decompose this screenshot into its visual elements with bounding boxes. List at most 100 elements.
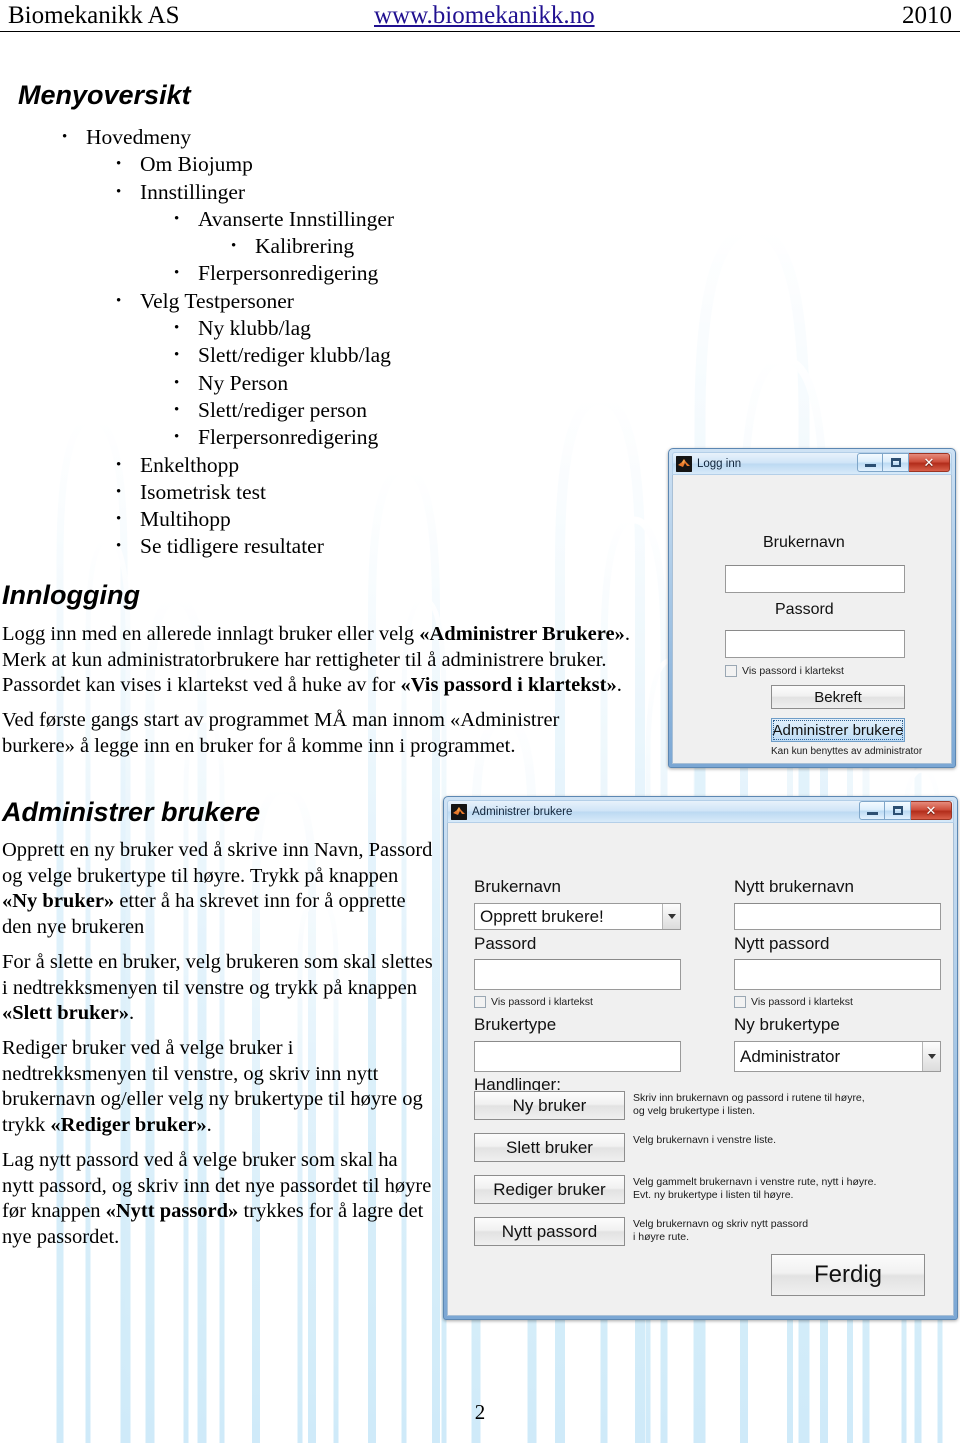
- admin-paragraph-2: For å slette en bruker, velg brukeren so…: [2, 950, 434, 1027]
- admin-right-show-password-checkbox[interactable]: Vis passord i klartekst: [734, 996, 853, 1008]
- admin-action-hint-2-line1: Velg gammelt brukernavn i venstre rute, …: [633, 1176, 877, 1188]
- menu-item-level-3: • Flerpersonredigering: [174, 260, 640, 287]
- close-icon[interactable]: ✕: [911, 801, 952, 820]
- login-show-password-checkbox[interactable]: Vis passord i klartekst: [725, 665, 844, 677]
- section-heading-innlogging: Innlogging: [2, 580, 140, 610]
- menu-item-level-3: • Ny klubb/lag: [174, 315, 640, 342]
- menu-item-label: Multihopp: [140, 507, 231, 532]
- admin-password-input[interactable]: [474, 959, 681, 990]
- menu-item-label: Se tidligere resultater: [140, 534, 324, 559]
- admin-p1-bold-nybruker: «Ny bruker»: [2, 890, 115, 913]
- menu-item-label: Velg Testpersoner: [140, 288, 294, 313]
- admin-p2-bold-slettbruker: «Slett bruker»: [2, 1002, 129, 1025]
- website-link[interactable]: www.biomekanikk.no: [374, 2, 595, 30]
- menu-item-label: Slett/rediger person: [198, 397, 367, 422]
- admin-new-username-label: Nytt brukernavn: [734, 877, 854, 896]
- matlab-icon: [451, 803, 467, 820]
- admin-p3-part-c: .: [206, 1113, 212, 1136]
- admin-usertype-input[interactable]: [474, 1041, 681, 1072]
- admin-action-hint-3-line2: i høyre rute.: [633, 1231, 690, 1243]
- login-dialog-body: Brukernavn Passord Vis passord i klartek…: [672, 475, 952, 764]
- menu-item-level-2: • Isometrisk test: [116, 479, 640, 506]
- checkbox-box[interactable]: [725, 665, 737, 677]
- menu-item-level-3: • Ny Person: [174, 370, 640, 397]
- section-heading-menyoversikt: Menyoversikt: [18, 80, 191, 110]
- bullet-icon: •: [174, 401, 180, 418]
- menu-item-label: Hovedmeny: [86, 125, 192, 149]
- minimize-icon[interactable]: [859, 801, 885, 820]
- menu-item-level-2: • Innstillinger: [116, 179, 640, 206]
- bullet-icon: •: [116, 483, 122, 500]
- admin-window-controls[interactable]: ✕: [859, 801, 952, 820]
- login-dialog-titlebar[interactable]: Logg inn ✕: [672, 452, 952, 475]
- admin-paragraph-3: Rediger bruker ved å velge bruker i nedt…: [2, 1036, 434, 1138]
- admin-paragraph-4: Lag nytt passord ved å velge bruker som …: [2, 1148, 434, 1250]
- maximize-icon[interactable]: [883, 453, 909, 472]
- menu-item-label: Flerpersonredigering: [198, 425, 379, 450]
- admin-done-button[interactable]: Ferdig: [771, 1254, 925, 1296]
- admin-right-show-password-label: Vis passord i klartekst: [751, 996, 853, 1008]
- admin-action-hint-3: Velg brukernavn og skriv nytt passord i …: [633, 1218, 808, 1244]
- checkbox-box[interactable]: [474, 996, 486, 1008]
- admin-action-hint-1-line1: Velg brukernavn i venstre liste.: [633, 1134, 776, 1146]
- chevron-down-icon[interactable]: [662, 904, 680, 929]
- admin-username-selected: Opprett brukere!: [480, 906, 604, 926]
- login-window-controls[interactable]: ✕: [857, 453, 950, 472]
- admin-new-password-input[interactable]: [734, 959, 941, 990]
- admin-left-show-password-checkbox[interactable]: Vis passord i klartekst: [474, 996, 593, 1008]
- admin-action-button-2[interactable]: Rediger bruker: [474, 1175, 625, 1204]
- login-dialog-window[interactable]: Logg inn ✕ Brukernavn Passord Vis passor…: [668, 448, 956, 768]
- menu-item-label: Innstillinger: [140, 179, 246, 204]
- login-p1-part-e: .: [616, 674, 622, 697]
- login-username-input[interactable]: [725, 565, 905, 593]
- login-confirm-button[interactable]: Bekreft: [771, 685, 905, 709]
- bullet-icon: •: [116, 538, 122, 555]
- menu-item-label: Ny Person: [198, 370, 289, 395]
- section-heading-administrer-brukere: Administrer brukere: [2, 797, 261, 827]
- page-header: Biomekanikk AS www.biomekanikk.no 2010: [0, 0, 960, 34]
- login-paragraph-1: Logg inn med en allerede innlagt bruker …: [2, 622, 662, 699]
- admin-left-show-password-label: Vis passord i klartekst: [491, 996, 593, 1008]
- menu-item-level-3: • Slett/rediger klubb/lag: [174, 342, 640, 369]
- menu-item-level-2: • Se tidligere resultater: [116, 533, 640, 560]
- admin-action-button-1[interactable]: Slett bruker: [474, 1133, 625, 1162]
- login-p1-bold-visspassord: «Vis passord i klartekst»: [400, 674, 617, 697]
- maximize-icon[interactable]: [885, 801, 911, 820]
- admin-dialog-window[interactable]: Administrer brukere ✕ Brukernavn Opprett…: [443, 796, 958, 1320]
- admin-action-hint-1: Velg brukernavn i venstre liste.: [633, 1134, 776, 1147]
- admin-dialog-titlebar[interactable]: Administrer brukere ✕: [447, 800, 954, 823]
- menu-item-level-3: • Avanserte Innstillinger: [174, 206, 640, 233]
- chevron-down-icon[interactable]: [922, 1042, 940, 1071]
- bullet-icon: •: [174, 320, 180, 337]
- bullet-icon: •: [116, 456, 122, 473]
- admin-dialog-title: Administrer brukere: [472, 805, 573, 818]
- menu-item-level-1: • Hovedmeny: [62, 124, 640, 151]
- admin-p4-bold-nyttpassord: «Nytt passord»: [105, 1200, 239, 1223]
- login-administrer-brukere-button[interactable]: Administrer brukere: [771, 718, 905, 742]
- admin-username-combobox[interactable]: Opprett brukere!: [474, 903, 681, 930]
- menu-item-label: Kalibrering: [255, 234, 355, 259]
- login-password-label: Passord: [775, 601, 834, 618]
- menu-item-label: Flerpersonredigering: [198, 261, 379, 286]
- checkbox-box[interactable]: [734, 996, 746, 1008]
- minimize-icon[interactable]: [857, 453, 883, 472]
- login-username-label: Brukernavn: [763, 534, 845, 551]
- admin-new-username-input[interactable]: [734, 903, 941, 930]
- admin-action-button-0[interactable]: Ny bruker: [474, 1091, 625, 1120]
- admin-action-hint-2-line2: Evt. ny brukertype i listen til høyre.: [633, 1189, 794, 1201]
- login-password-input[interactable]: [725, 630, 905, 658]
- admin-new-usertype-selected: Administrator: [740, 1046, 841, 1066]
- bullet-icon: •: [116, 511, 122, 528]
- bullet-icon: •: [174, 210, 180, 227]
- header-divider: [0, 31, 960, 32]
- menu-item-level-2: • Enkelthopp: [116, 452, 640, 479]
- menu-item-level-3: • Flerpersonredigering: [174, 424, 640, 451]
- close-icon[interactable]: ✕: [909, 453, 950, 472]
- login-dialog-title: Logg inn: [697, 457, 742, 470]
- bullet-icon: •: [116, 183, 122, 200]
- admin-new-usertype-combobox[interactable]: Administrator: [734, 1041, 941, 1072]
- admin-usertype-label: Brukertype: [474, 1015, 557, 1034]
- admin-new-password-label: Nytt passord: [734, 934, 830, 953]
- admin-action-button-3[interactable]: Nytt passord: [474, 1217, 625, 1246]
- admin-p3-bold-redigerbruker: «Rediger bruker»: [50, 1113, 207, 1136]
